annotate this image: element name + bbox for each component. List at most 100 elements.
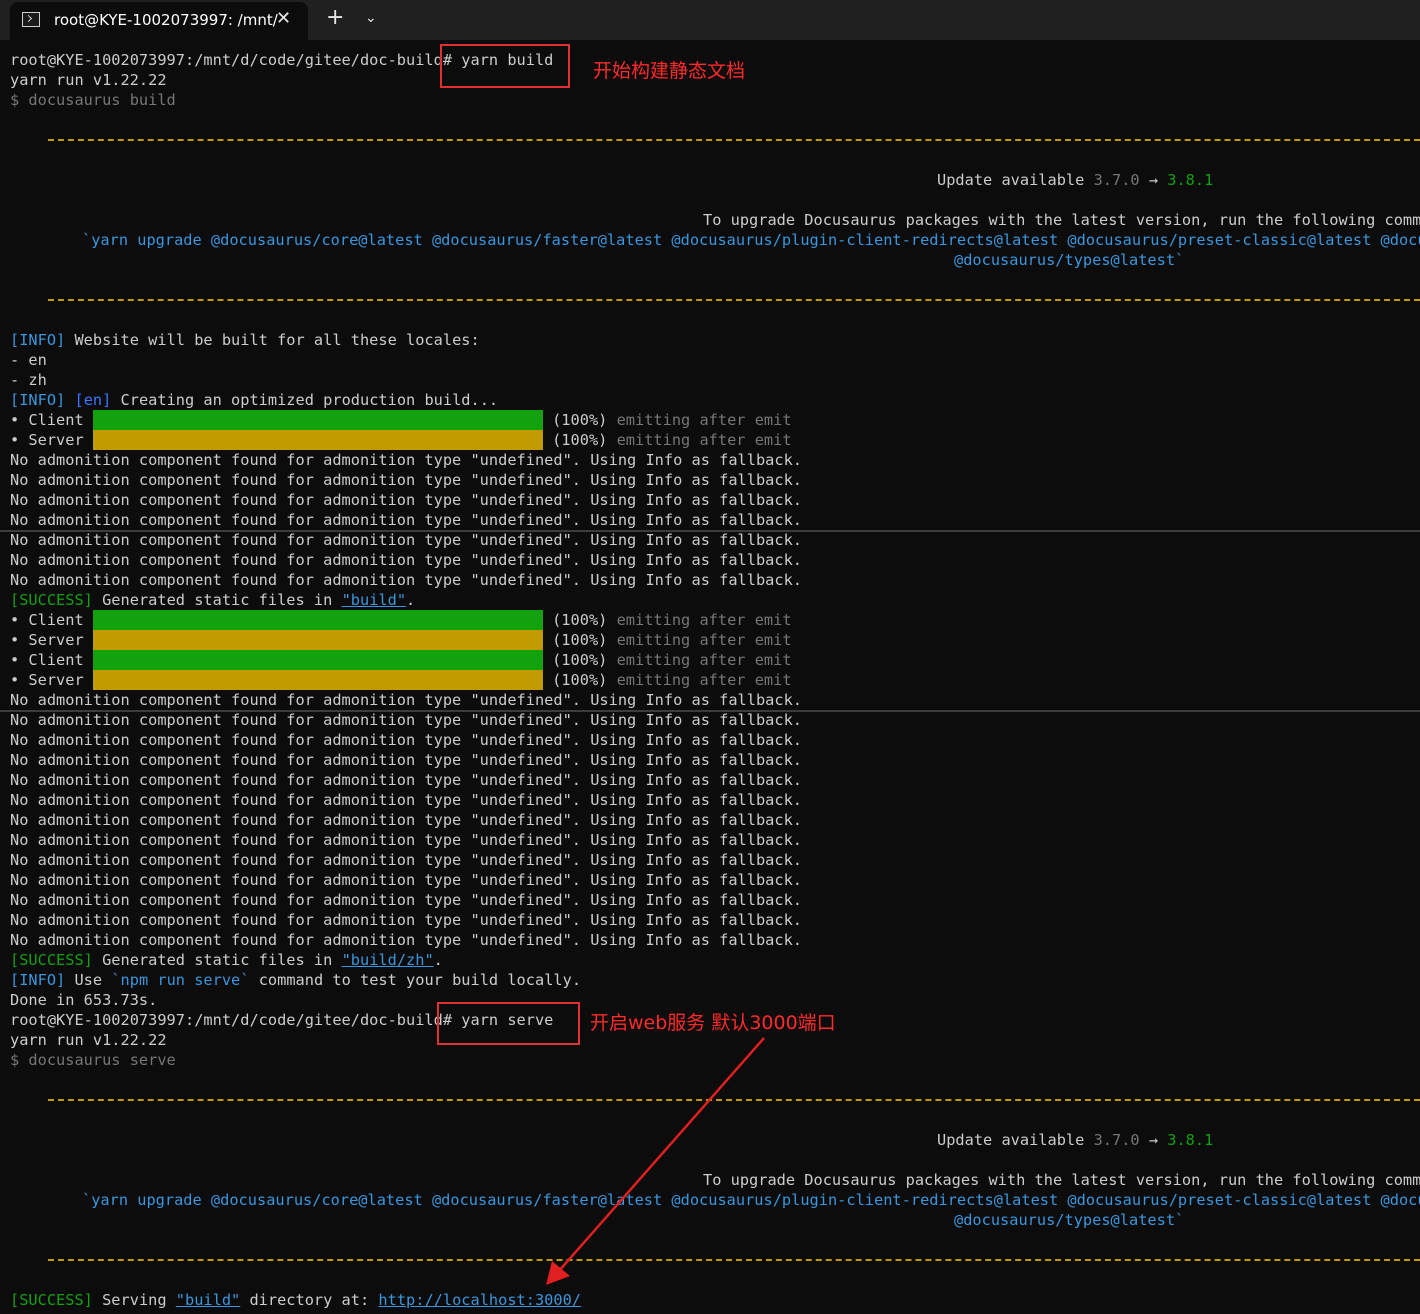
upgrade-text: To upgrade Docusaurus packages with the … (703, 1171, 1420, 1189)
update-from-version: 3.7.0 (1093, 171, 1140, 189)
locale-en: - en (10, 351, 47, 369)
progress-percent: (100%) (542, 651, 608, 669)
build-zh-dir-link[interactable]: "build/zh" (342, 951, 434, 969)
prompt: root@KYE-1002073997:/mnt/d/code/gitee/do… (10, 1011, 453, 1029)
admonition-warning: No admonition component found for admoni… (10, 511, 803, 529)
use-text: Use (65, 971, 112, 989)
success-tag: [SUCCESS] (10, 951, 93, 969)
generated-text: Generated static files in (92, 951, 342, 969)
tab-title: root@KYE-1002073997: /mnt/ (54, 11, 278, 29)
success-tag: [SUCCESS] (10, 1291, 93, 1309)
docusaurus-build-cmd: $ docusaurus build (10, 91, 176, 109)
progress-status: emitting after emit (607, 431, 792, 449)
locale-tag: [en] (74, 391, 112, 409)
localhost-link[interactable]: http://localhost:3000/ (378, 1291, 581, 1309)
period: . (433, 951, 443, 969)
separator-top-2 (48, 1099, 1420, 1101)
separator-bottom-2 (48, 1259, 1420, 1261)
admonition-warning: No admonition component found for admoni… (10, 791, 803, 809)
progress-percent: (100%) (542, 671, 608, 689)
admonition-warning: No admonition component found for admoni… (10, 871, 803, 889)
admonition-warning: No admonition component found for admoni… (10, 751, 803, 769)
chevron-down-icon[interactable]: ⌄ (365, 10, 377, 26)
admonition-warning: No admonition component found for admoni… (10, 891, 803, 909)
success-tag: [SUCCESS] (10, 591, 93, 609)
info-use-serve: [INFO] Use `npm run serve` command to te… (10, 970, 581, 990)
admonition-warning: No admonition component found for admoni… (10, 711, 803, 729)
done-text: Done in 653.73s. (10, 991, 158, 1009)
progress-bar (92, 650, 543, 670)
upgrade-command: `yarn upgrade @docusaurus/core@latest @d… (82, 231, 1420, 249)
serving-text: Serving (92, 1291, 176, 1309)
admonition-warning: No admonition component found for admoni… (10, 531, 803, 549)
info-tag: [INFO] (10, 391, 66, 409)
progress-row: • Client (100%) emitting after emit (10, 410, 792, 430)
test-text: command to test your build locally. (249, 971, 582, 989)
progress-status: emitting after emit (607, 671, 792, 689)
locales-text: Website will be built for all these loca… (65, 331, 480, 349)
progress-percent: (100%) (542, 631, 608, 649)
update-from-version: 3.7.0 (1093, 1131, 1140, 1149)
admonition-warning: No admonition component found for admoni… (10, 551, 803, 569)
progress-status: emitting after emit (607, 631, 792, 649)
progress-label: • Client (10, 651, 93, 669)
annotation-serve-note: 开启web服务 默认3000端口 (590, 1012, 836, 1034)
progress-row: • Client (100%) emitting after emit (10, 610, 792, 630)
progress-percent: (100%) (542, 411, 608, 429)
period: . (406, 591, 416, 609)
docusaurus-serve-cmd: $ docusaurus serve (10, 1051, 176, 1069)
upgrade-command-cont: @docusaurus/types@latest` (954, 251, 1185, 269)
progress-bar (92, 610, 543, 630)
admonition-warning: No admonition component found for admoni… (10, 851, 803, 869)
progress-row: • Server (100%) emitting after emit (10, 630, 792, 650)
progress-status: emitting after emit (607, 411, 792, 429)
update-arrow: → (1139, 171, 1168, 189)
directory-text: directory at: (240, 1291, 379, 1309)
admonition-warning: No admonition component found for admoni… (10, 911, 803, 929)
terminal-output[interactable]: root@KYE-1002073997:/mnt/d/code/gitee/do… (0, 40, 1420, 1314)
creating-text: Creating an optimized production build..… (111, 391, 499, 409)
info-locales: [INFO] Website will be built for all the… (10, 330, 480, 350)
upgrade-command: `yarn upgrade @docusaurus/core@latest @d… (82, 1191, 1420, 1209)
prompt: root@KYE-1002073997:/mnt/d/code/gitee/do… (10, 51, 453, 69)
progress-status: emitting after emit (607, 611, 792, 629)
admonition-warning: No admonition component found for admoni… (10, 491, 803, 509)
success-serving: [SUCCESS] Serving "build" directory at: … (10, 1290, 581, 1310)
admonition-warning: No admonition component found for admoni… (10, 571, 803, 589)
yarn-version: yarn run v1.22.22 (10, 1031, 167, 1049)
separator-top-1 (48, 139, 1420, 141)
progress-bar (92, 430, 543, 450)
update-to-version: 3.8.1 (1167, 1131, 1214, 1149)
progress-label: • Server (10, 431, 93, 449)
upgrade-command-cont: @docusaurus/types@latest` (954, 1211, 1185, 1229)
build-dir-link[interactable]: "build" (176, 1291, 240, 1309)
update-label: Update available (937, 171, 1094, 189)
admonition-warning: No admonition component found for admoni… (10, 471, 803, 489)
new-tab-button[interactable]: + (326, 5, 344, 30)
yarn-version: yarn run v1.22.22 (10, 71, 167, 89)
npm-serve-command: `npm run serve` (111, 971, 250, 989)
terminal-icon (22, 12, 40, 27)
progress-row: • Server (100%) emitting after emit (10, 430, 792, 450)
build-dir-link[interactable]: "build" (342, 591, 406, 609)
close-icon[interactable]: ✕ (276, 8, 291, 29)
admonition-warning: No admonition component found for admoni… (10, 691, 803, 709)
progress-percent: (100%) (542, 431, 608, 449)
progress-bar (92, 630, 543, 650)
progress-label: • Client (10, 411, 93, 429)
progress-status: emitting after emit (607, 651, 792, 669)
progress-label: • Client (10, 611, 93, 629)
update-available: Update available 3.7.0 → 3.8.1 (937, 170, 1213, 190)
annotation-box-build (440, 44, 570, 88)
info-tag: [INFO] (10, 331, 66, 349)
admonition-warning: No admonition component found for admoni… (10, 931, 803, 949)
admonition-warning: No admonition component found for admoni… (10, 811, 803, 829)
progress-row: • Client (100%) emitting after emit (10, 650, 792, 670)
progress-label: • Server (10, 671, 93, 689)
success-build: [SUCCESS] Generated static files in "bui… (10, 590, 415, 610)
progress-percent: (100%) (542, 611, 608, 629)
annotation-box-serve (437, 1002, 580, 1045)
terminal-tab[interactable]: root@KYE-1002073997: /mnt/ ✕ (10, 2, 308, 40)
upgrade-text: To upgrade Docusaurus packages with the … (703, 211, 1420, 229)
tab-bar: root@KYE-1002073997: /mnt/ ✕ + ⌄ (0, 0, 1420, 40)
